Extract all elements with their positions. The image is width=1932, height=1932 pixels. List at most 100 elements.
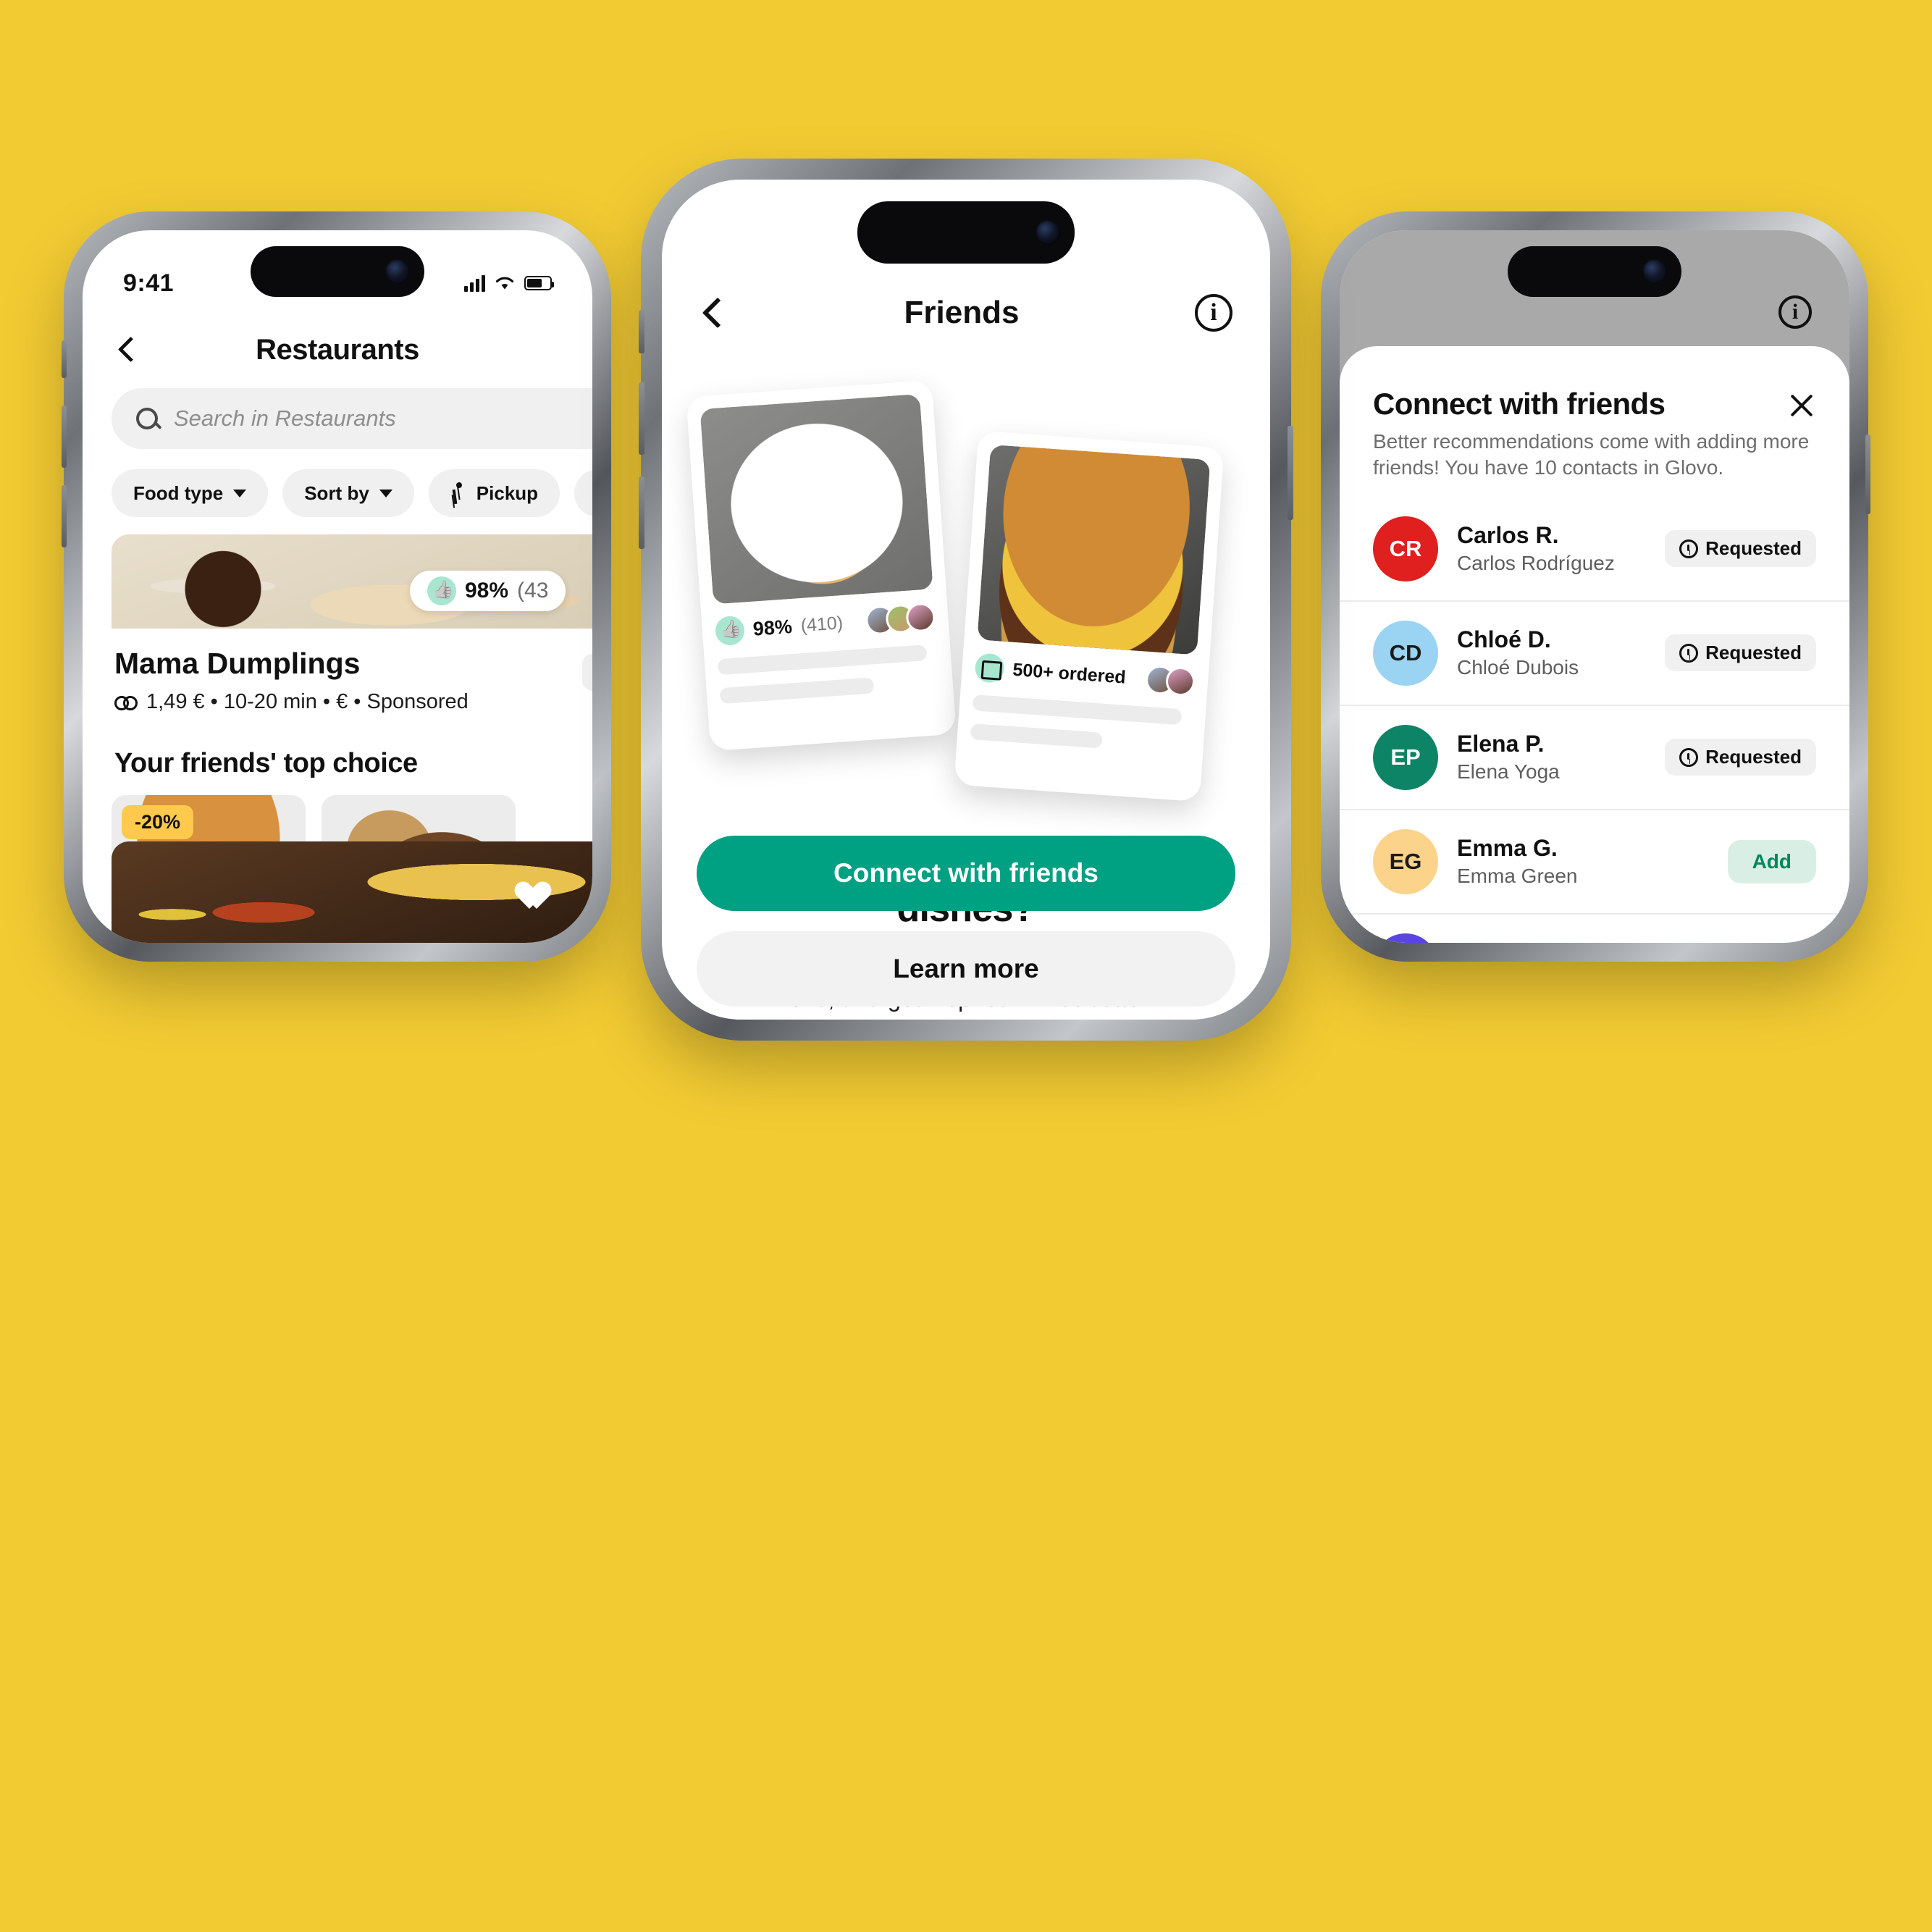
- center-screen: Friends i 98% (410): [662, 180, 1270, 1020]
- status-badge: Requested: [1665, 634, 1816, 672]
- wifi-icon: [495, 277, 514, 290]
- sheet-subtitle: Better recommendations come with adding …: [1373, 430, 1810, 479]
- restaurant-name[interactable]: Mama Dumplings: [114, 647, 360, 681]
- favorite-heart-icon[interactable]: [508, 870, 542, 901]
- chevron-down-icon: [233, 489, 247, 497]
- sheet-title: Connect with friends: [1373, 387, 1666, 421]
- rating-badge: 98% (43: [410, 571, 566, 611]
- thumbs-up-icon: [427, 576, 456, 605]
- connect-friends-sheet: Connect with friends Better recommendati…: [1340, 346, 1849, 943]
- contact-full-name: Chloé Dubois: [1457, 656, 1579, 679]
- page-title: Friends: [904, 295, 1020, 330]
- search-icon: [136, 408, 158, 429]
- status-badge-label: Requested: [1705, 537, 1802, 560]
- left-screen: 9:41 Restaurants Search in Restaurants F…: [83, 230, 592, 943]
- status-icons: [464, 274, 554, 292]
- avatar: CD: [1373, 620, 1438, 686]
- restaurant-meta-text: 1,49 € • 10-20 min • € • Sponsored: [146, 690, 469, 713]
- filter-chip-sort-by[interactable]: Sort by: [282, 469, 414, 517]
- filter-chip-more[interactable]: [574, 469, 592, 517]
- chip-label: Sort by: [304, 482, 369, 504]
- mute-switch[interactable]: [639, 310, 644, 353]
- status-badge-label: Requested: [1705, 642, 1802, 664]
- contact-list: CR Carlos R. Carlos Rodríguez Requested C…: [1340, 497, 1849, 943]
- rating-row: 98% (410): [714, 602, 936, 647]
- learn-more-button[interactable]: Learn more: [697, 931, 1235, 1007]
- bag-icon: [974, 652, 1006, 684]
- rating-percent: 98%: [465, 579, 509, 602]
- power-button[interactable]: [1288, 426, 1293, 520]
- contact-name: Javi S.: [1457, 939, 1709, 943]
- status-time: 9:41: [123, 269, 175, 297]
- list-item[interactable]: CD Chloé D. Chloé Dubois Requested: [1340, 602, 1849, 706]
- contact-name: Emma G.: [1457, 835, 1558, 862]
- add-friend-button[interactable]: Add: [1727, 839, 1816, 883]
- list-item[interactable]: CR Carlos R. Carlos Rodríguez Requested: [1340, 497, 1849, 602]
- close-icon[interactable]: [1787, 391, 1816, 420]
- avatar: EG: [1373, 828, 1438, 894]
- contact-full-name: Emma Green: [1457, 865, 1578, 888]
- info-icon[interactable]: i: [1195, 294, 1232, 332]
- contact-name: Carlos R.: [1457, 522, 1559, 549]
- info-icon[interactable]: i: [1778, 295, 1812, 329]
- skeleton-line: [970, 723, 1104, 749]
- battery-icon: [524, 276, 554, 290]
- filter-chip-row: Food type Sort by Pickup: [112, 469, 592, 517]
- mute-switch[interactable]: [62, 340, 67, 378]
- list-item[interactable]: JS Javi S.Javi Glovo Add: [1340, 915, 1849, 943]
- dynamic-island: [1508, 246, 1681, 297]
- right-screen: i Connect with friends Better recommenda…: [1340, 230, 1849, 943]
- search-input[interactable]: Search in Restaurants: [112, 388, 592, 449]
- avatar: CR: [1373, 516, 1438, 581]
- dish-photo: [700, 393, 933, 605]
- rating-count: (43: [517, 579, 549, 602]
- volume-up-button[interactable]: [639, 382, 644, 455]
- preview-card-burger: 500+ ordered: [954, 430, 1225, 802]
- restaurant-meta: 1,49 € • 10-20 min • € • Sponsored: [114, 690, 469, 714]
- list-item[interactable]: EG Emma G. Emma Green Add: [1340, 810, 1849, 915]
- volume-down-button[interactable]: [639, 476, 644, 549]
- clock-icon: [1679, 747, 1699, 767]
- friend-avatar-stack: [865, 602, 936, 636]
- walking-icon: [450, 482, 466, 504]
- chip-label: Pickup: [476, 482, 539, 504]
- avatar: JS: [1373, 933, 1438, 943]
- power-button[interactable]: [1865, 434, 1870, 514]
- skeleton-line: [972, 694, 1183, 726]
- avatar: EP: [1373, 724, 1438, 790]
- connect-with-friends-button[interactable]: Connect with friends: [697, 836, 1235, 911]
- front-camera-icon: [1642, 259, 1667, 284]
- clock-icon: [1679, 643, 1699, 663]
- cuisine-tag: Japane: [582, 654, 592, 691]
- filter-chip-food-type[interactable]: Food type: [112, 469, 269, 517]
- contact-full-name: Elena Yoga: [1457, 760, 1560, 784]
- avatar: [1164, 665, 1196, 697]
- bike-icon: [114, 694, 138, 710]
- list-item[interactable]: EP Elena P. Elena Yoga Requested: [1340, 706, 1849, 810]
- phone-left-restaurants: 9:41 Restaurants Search in Restaurants F…: [62, 211, 611, 962]
- dynamic-island: [857, 201, 1075, 264]
- contact-name: Elena P.: [1457, 731, 1545, 757]
- ordered-count: 500+ ordered: [1012, 659, 1127, 688]
- chip-label: Food type: [133, 482, 224, 504]
- onboarding-illustration: 98% (410) 500+ ordered: [662, 379, 1270, 831]
- skeleton-line: [717, 644, 928, 676]
- status-badge: Requested: [1665, 530, 1816, 568]
- chevron-left-icon[interactable]: [700, 298, 728, 327]
- sheet-header: Connect with friends Better recommendati…: [1340, 346, 1849, 482]
- discount-badge: -20%: [122, 805, 194, 839]
- phone-center-friends-onboarding: Friends i 98% (410): [639, 159, 1293, 1041]
- filter-chip-pickup[interactable]: Pickup: [428, 469, 560, 517]
- status-bar: 9:41: [83, 230, 592, 316]
- chevron-left-icon[interactable]: [114, 337, 139, 362]
- skeleton-line: [719, 677, 875, 705]
- volume-down-button[interactable]: [62, 485, 67, 547]
- clock-icon: [1679, 539, 1699, 558]
- thumbs-up-icon: [714, 615, 746, 647]
- volume-up-button[interactable]: [62, 406, 67, 468]
- front-camera-icon: [1036, 220, 1060, 245]
- rating-percent: 98%: [752, 615, 793, 640]
- preview-card-dish: 98% (410): [686, 379, 957, 752]
- search-placeholder: Search in Restaurants: [174, 406, 396, 431]
- friend-avatar-stack: [1144, 664, 1196, 697]
